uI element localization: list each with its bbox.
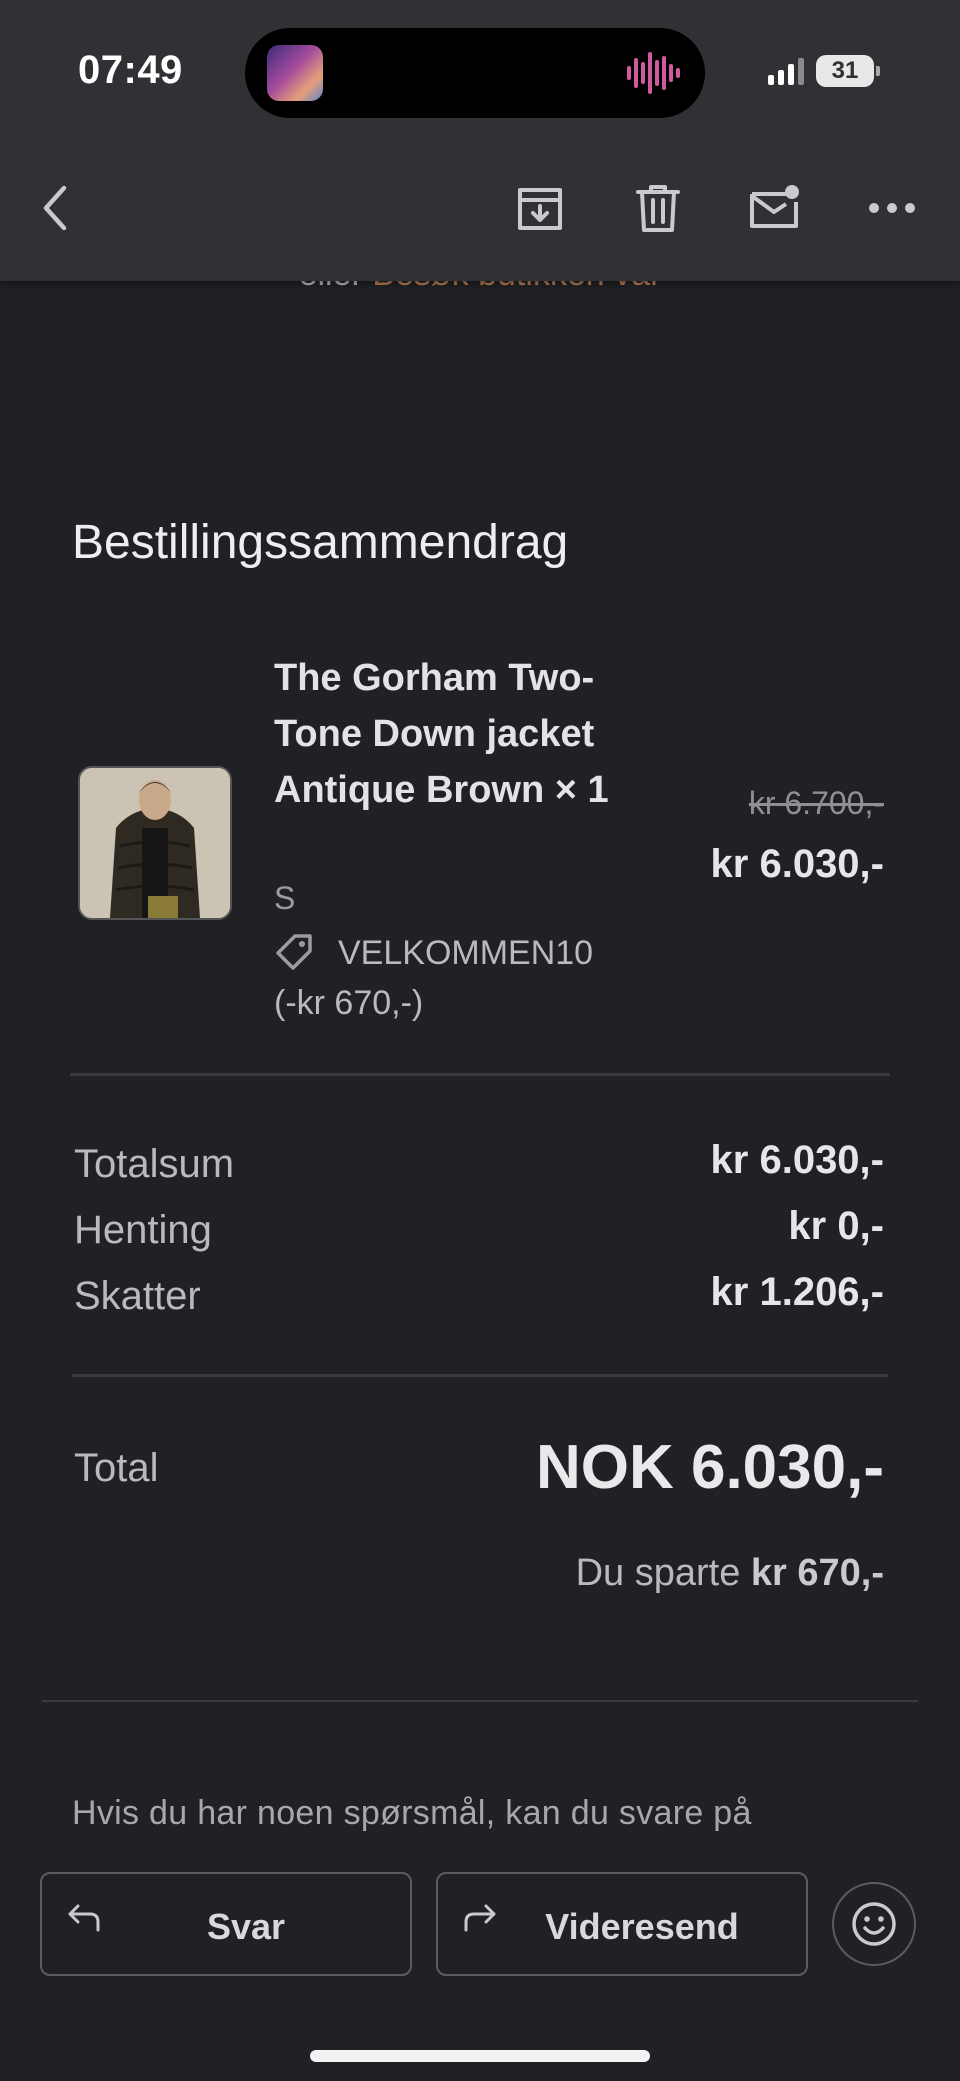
reply-label: Svar [206,1906,286,1947]
forward-button[interactable]: Videresend [436,1872,808,1976]
discount-amount: (-kr 670,-) [274,984,424,1022]
subtotal-label: Totalsum [74,1142,235,1186]
cellular-signal-icon [768,57,804,85]
mail-unread-icon[interactable] [746,180,802,236]
divider [72,1374,888,1377]
more-horizontal-icon[interactable] [864,180,920,236]
footer-text: Hvis du har noen spørsmål, kan du svare … [72,1794,752,1832]
product-image[interactable] [78,766,232,920]
now-playing-artwork [267,45,323,101]
reply-button[interactable]: Svar [40,1872,412,1976]
top-bar: 07:49 31 [0,0,960,281]
subtotal-value: kr 6.030,- [710,1138,884,1182]
battery-icon: 31 [816,55,880,87]
savings-line: Du sparte kr 670,- [576,1552,884,1595]
order-summary-title: Bestillingssammendrag [72,516,569,569]
taxes-value: kr 1.206,- [710,1270,884,1314]
jacket-photo [80,768,230,918]
smiley-icon [852,1902,896,1946]
total-label: Total [74,1446,159,1490]
home-indicator[interactable] [310,2050,650,2062]
total-value: NOK 6.030,- [535,1433,884,1502]
chevron-left-icon[interactable] [30,180,86,236]
forward-label: Videresend [545,1906,739,1947]
divider [42,1700,918,1702]
status-time: 07:49 [78,48,183,92]
original-price: kr 6.700,- [748,785,884,821]
discount-code: VELKOMMEN10 [338,933,594,972]
savings-prefix: Du sparte [575,1552,741,1594]
battery-level: 31 [831,57,859,84]
audio-waveform-icon [627,52,680,94]
product-name[interactable]: The Gorham Two-Tone Down jacket Antique … [274,650,634,818]
status-indicators: 31 [768,54,880,88]
dynamic-island[interactable] [245,28,705,118]
product-size: S [274,880,296,916]
tag-icon [276,934,312,970]
emoji-reaction-button[interactable] [832,1882,916,1966]
trash-icon[interactable] [630,180,686,236]
pickup-value: kr 0,- [788,1204,884,1248]
pickup-label: Henting [74,1208,212,1252]
product-price: kr 6.030,- [710,842,884,886]
archive-icon[interactable] [512,180,568,236]
taxes-label: Skatter [74,1274,201,1318]
divider [70,1073,890,1076]
savings-amount: kr 670,- [750,1552,884,1594]
discount-row: VELKOMMEN10 [274,932,593,974]
